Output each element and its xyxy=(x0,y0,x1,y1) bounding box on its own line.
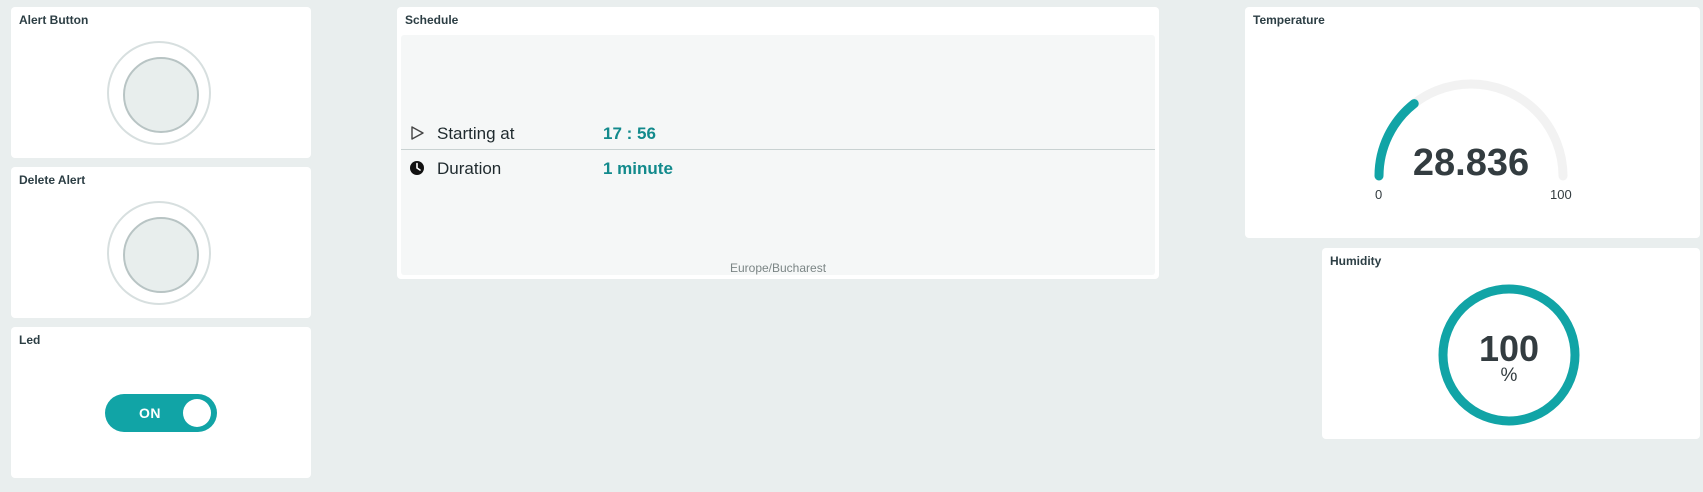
humidity-unit: % xyxy=(1500,365,1518,386)
schedule-start-row: Starting at 17 : 56 xyxy=(401,116,1155,150)
temperature-card: Temperature 28.836 0 100 xyxy=(1245,7,1700,238)
alert-push-button[interactable] xyxy=(107,41,211,145)
play-outline-icon xyxy=(411,126,424,140)
led-toggle-state-label: ON xyxy=(139,405,161,421)
temperature-min-label: 0 xyxy=(1375,187,1383,202)
temperature-gauge xyxy=(1374,79,1568,181)
led-toggle-switch[interactable]: ON xyxy=(105,394,217,432)
schedule-panel[interactable]: Starting at 17 : 56 Duration 1 minute Eu… xyxy=(401,35,1155,275)
alert-button-title: Alert Button xyxy=(19,13,89,27)
schedule-duration-row: Duration 1 minute xyxy=(401,151,1155,185)
delete-alert-push-button-face xyxy=(123,217,199,293)
delete-alert-card: Delete Alert xyxy=(11,167,311,318)
led-card: Led ON xyxy=(11,327,311,478)
schedule-start-label: Starting at xyxy=(437,124,515,143)
schedule-card: Schedule Starting at 17 : 56 Duration 1 … xyxy=(397,7,1159,279)
alert-button-card: Alert Button xyxy=(11,7,311,158)
delete-alert-push-button[interactable] xyxy=(107,201,211,305)
schedule-duration-label: Duration xyxy=(437,159,502,178)
temperature-max-label: 100 xyxy=(1550,187,1572,202)
led-toggle-knob xyxy=(183,399,211,427)
humidity-card: Humidity 100 % xyxy=(1322,248,1700,439)
schedule-timezone: Europe/Bucharest xyxy=(729,261,827,275)
alert-push-button-face xyxy=(123,57,199,133)
delete-alert-title: Delete Alert xyxy=(19,173,86,187)
humidity-value: 100 xyxy=(1478,328,1540,369)
schedule-start-value: 17 : 56 xyxy=(603,124,656,143)
temperature-value: 28.836 xyxy=(1412,142,1530,184)
schedule-duration-value: 1 minute xyxy=(603,159,673,178)
schedule-divider xyxy=(401,149,1155,150)
schedule-title: Schedule xyxy=(405,13,459,27)
clock-icon xyxy=(410,161,424,175)
led-title: Led xyxy=(19,333,41,347)
